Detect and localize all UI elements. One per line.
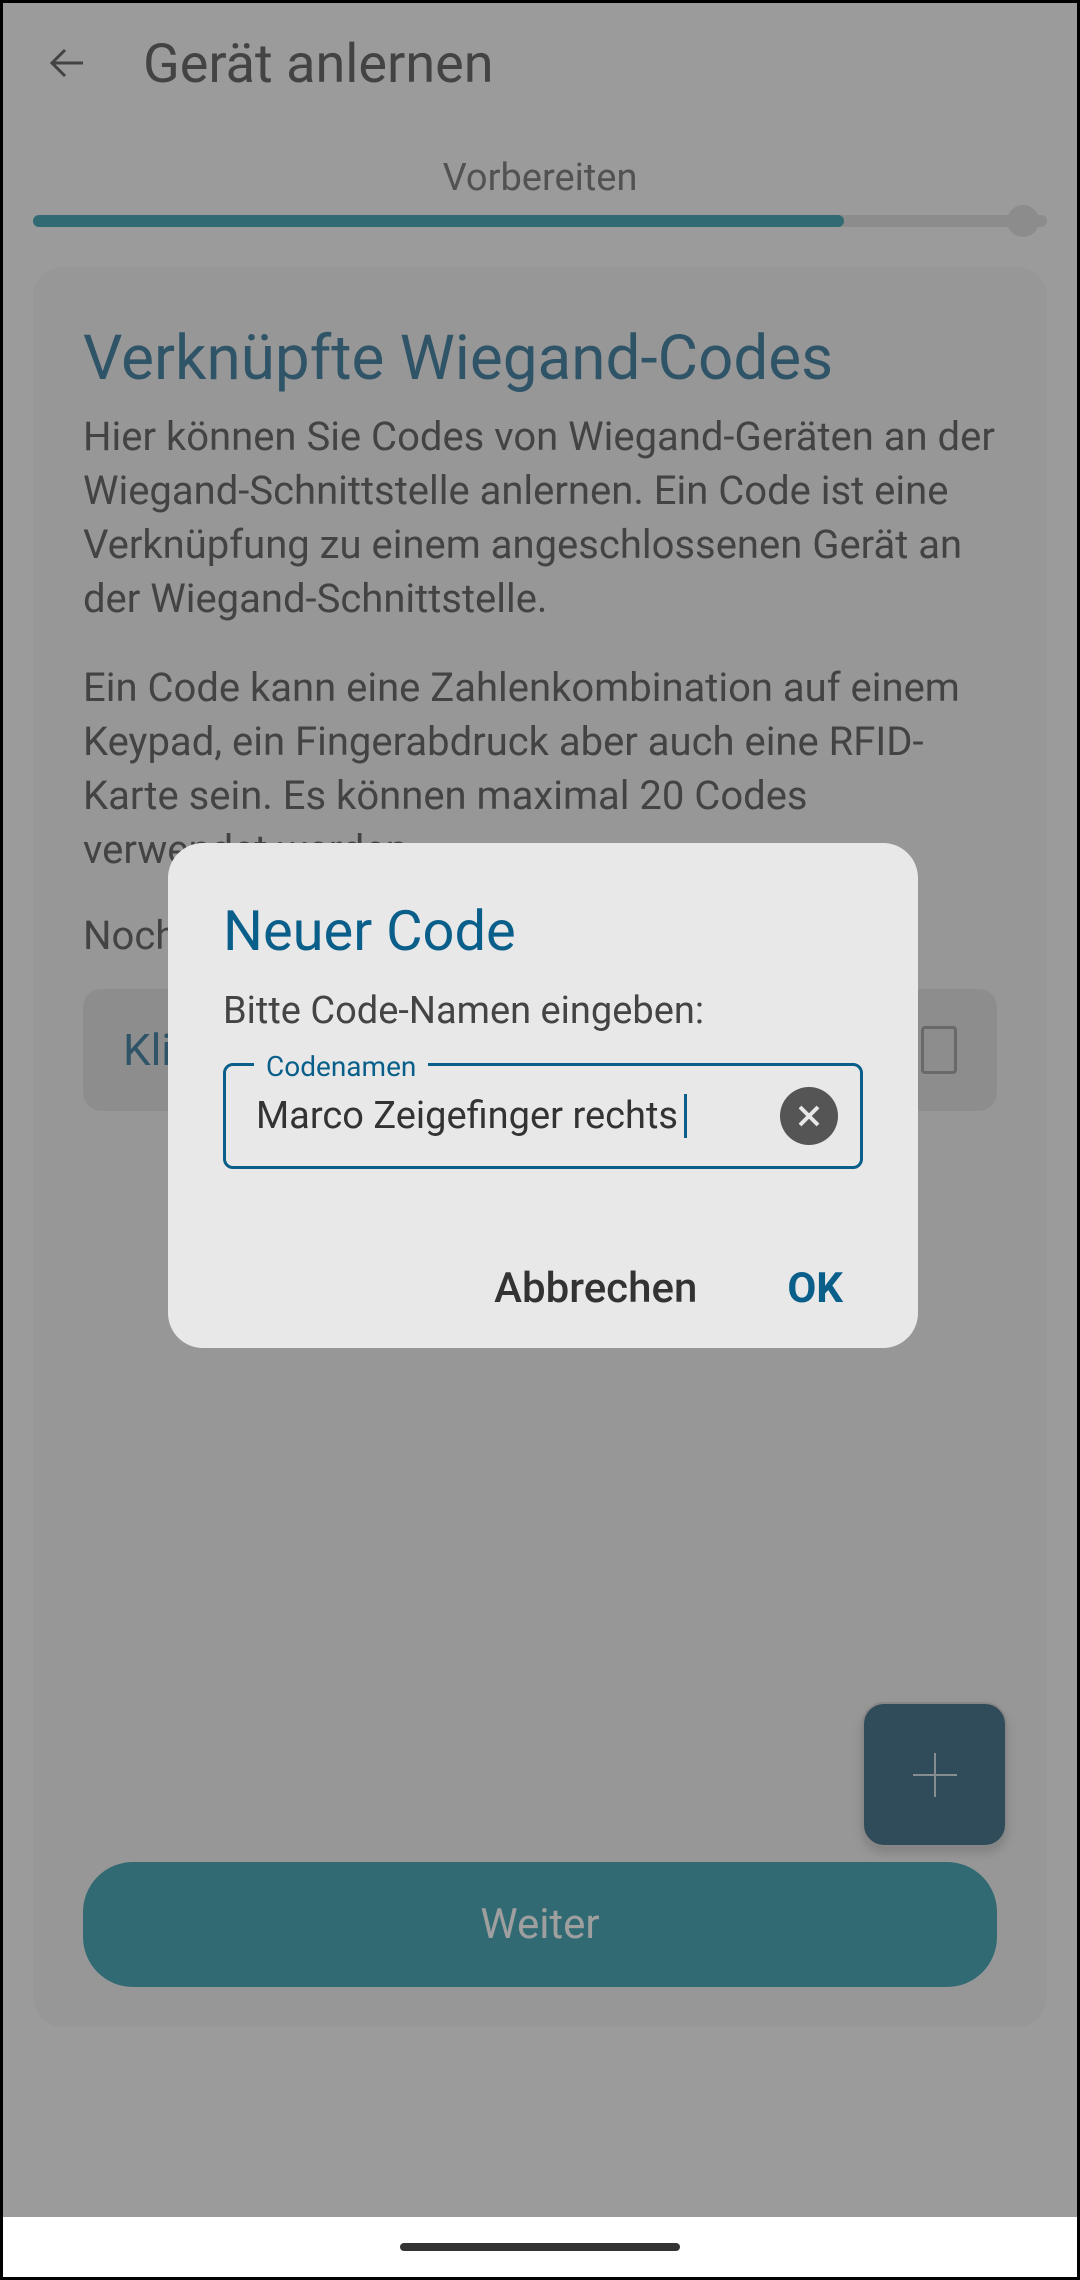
codename-input-value: Marco Zeigefinger rechts [256,1094,678,1138]
text-cursor [684,1094,687,1138]
close-icon [794,1101,824,1131]
new-code-dialog: Neuer Code Bitte Code-Namen eingeben: Co… [168,843,918,1348]
codename-field[interactable]: Codenamen Marco Zeigefinger rechts [223,1063,863,1169]
system-nav-bar [3,2217,1077,2277]
dialog-subtitle: Bitte Code-Namen eingeben: [223,989,863,1033]
codename-input[interactable]: Marco Zeigefinger rechts [256,1094,765,1138]
codename-field-label: Codenamen [254,1050,428,1083]
dialog-title: Neuer Code [223,898,863,964]
cancel-button[interactable]: Abbrechen [494,1264,697,1313]
clear-input-button[interactable] [780,1087,838,1145]
home-indicator[interactable] [400,2243,680,2251]
ok-button[interactable]: OK [787,1264,843,1313]
dialog-actions: Abbrechen OK [223,1264,863,1313]
